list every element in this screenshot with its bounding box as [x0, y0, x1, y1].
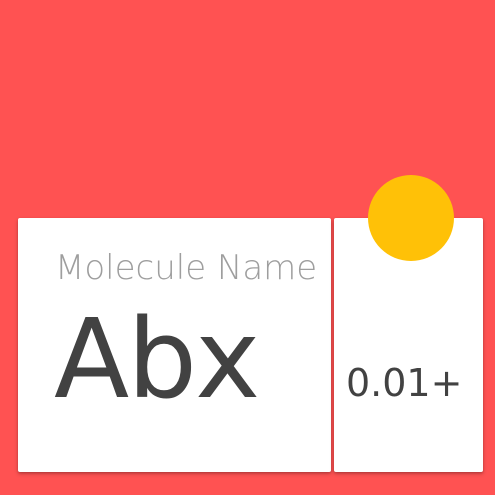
app-screen: Molecule Name Abx 0.01+	[0, 0, 495, 495]
molecule-name-label: Molecule Name	[55, 248, 318, 288]
side-value: 0.01+	[346, 361, 463, 405]
molecule-value: Abx	[54, 295, 260, 423]
molecule-card[interactable]: Molecule Name Abx	[18, 218, 331, 472]
yellow-circle-fab-button[interactable]	[368, 175, 454, 261]
